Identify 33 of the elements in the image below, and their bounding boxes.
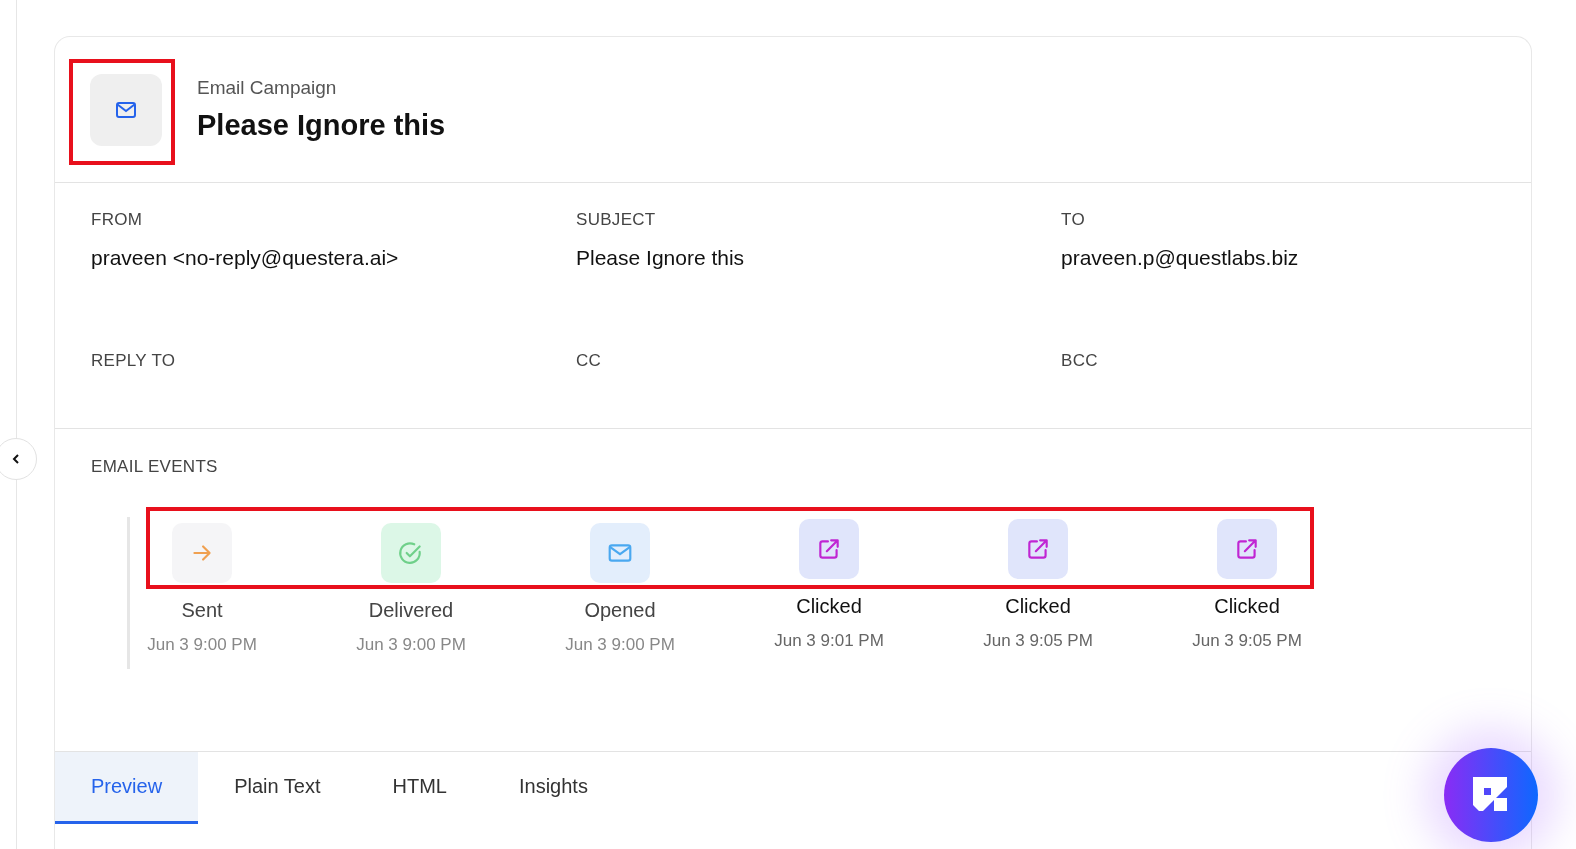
chevron-left-icon [10, 453, 22, 465]
event-label: Opened [584, 599, 656, 622]
tab[interactable]: HTML [356, 752, 483, 824]
event-time: Jun 3 9:05 PM [983, 631, 1093, 651]
external-link-icon [1234, 536, 1260, 562]
field-label: SUBJECT [576, 210, 657, 230]
field-value: praveen <no-reply@questera.ai> [91, 246, 400, 270]
event-time: Jun 3 9:00 PM [356, 635, 466, 655]
external-link-icon [816, 536, 842, 562]
field-value: Please Ignore this [576, 246, 746, 270]
event-time: Jun 3 9:00 PM [565, 635, 675, 655]
event-label: Sent [181, 599, 223, 622]
event-label: Clicked [1005, 595, 1071, 618]
field-label: BCC [1061, 351, 1099, 371]
event-time: Jun 3 9:05 PM [1192, 631, 1302, 651]
field-value: praveen.p@questlabs.biz [1061, 246, 1300, 270]
tab[interactable]: Preview [55, 752, 199, 824]
external-link-icon [1025, 536, 1051, 562]
event-time: Jun 3 9:01 PM [774, 631, 884, 651]
campaign-type-label: Email Campaign [197, 77, 338, 99]
section-label: EMAIL EVENTS [91, 457, 219, 477]
field-label: FROM [91, 210, 144, 230]
field-label: TO [1061, 210, 1086, 230]
field-label: CC [576, 351, 603, 371]
check-circle-icon [398, 540, 424, 566]
campaign-title: Please Ignore this [197, 109, 446, 142]
field-label: REPLY TO [91, 351, 177, 371]
event-label: Clicked [796, 595, 862, 618]
event-label: Delivered [368, 599, 454, 622]
event-label: Clicked [1214, 595, 1280, 618]
event-time: Jun 3 9:00 PM [147, 635, 257, 655]
tab[interactable]: Insights [482, 752, 624, 824]
tab[interactable]: Plain Text [198, 752, 357, 824]
